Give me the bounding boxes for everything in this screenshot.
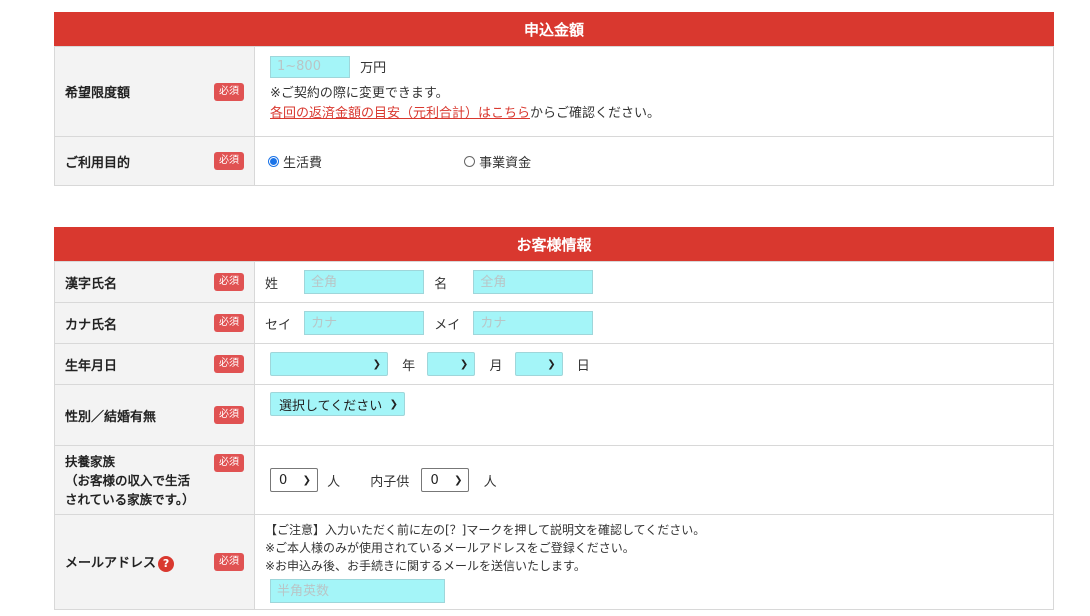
help-question-icon[interactable]: ? — [158, 555, 175, 572]
radio-selected-icon[interactable] — [268, 155, 279, 167]
amount-section-header: 申込金額 — [54, 12, 1054, 46]
last-name-kana-label: セイ — [265, 317, 292, 333]
purpose-option-business-label: 事業資金 — [479, 155, 532, 171]
limit-label-cell: 希望限度額 必須 — [54, 46, 255, 137]
first-name-label: 名 — [434, 276, 448, 292]
chevron-down-icon: ❯ — [302, 474, 311, 486]
dependents-count-select[interactable]: 0 ❯ — [270, 468, 318, 492]
purpose-label: ご利用目的 — [65, 155, 131, 171]
limit-value-cell: 万円 ※ご契約の際に変更できます。 各回の返済金額の目安（元利合計）はこちらから… — [254, 46, 1054, 137]
limit-row: 希望限度額 必須 万円 ※ご契約の際に変更できます。 各回の返済金額の目安（元利… — [54, 46, 1054, 137]
purpose-value-cell: 生活費 事業資金 — [254, 136, 1054, 186]
email-owner-note: ※ご本人様のみが使用されているメールアドレスをご登録ください。 — [265, 541, 635, 555]
dependents-count-value: 0 — [279, 472, 288, 488]
kanji-name-label-cell: 漢字氏名 必須 — [54, 261, 255, 303]
last-name-kanji-input[interactable] — [304, 270, 425, 294]
amount-section-title: 申込金額 — [523, 20, 584, 39]
limit-label: 希望限度額 — [65, 86, 131, 101]
repayment-estimate-link[interactable]: 各回の返済金額の目安（元利合計）はこちら — [270, 106, 530, 121]
year-label: 年 — [402, 358, 416, 374]
children-unit: 人 — [483, 474, 497, 490]
email-label-cell: メールアドレス? 必須 — [54, 514, 255, 610]
limit-amount-input[interactable] — [270, 55, 350, 78]
chevron-down-icon: ❯ — [459, 358, 469, 370]
email-notify-note: ※お申込み後、お手続きに関するメールを送信いたします。 — [265, 559, 586, 573]
required-badge: 必須 — [214, 355, 244, 373]
purpose-label-cell: ご利用目的 必須 — [54, 136, 255, 186]
children-label: 内子供 — [370, 474, 410, 490]
birth-month-select[interactable]: ❯ — [427, 352, 476, 376]
birth-day-select[interactable]: ❯ — [514, 352, 563, 376]
required-badge: 必須 — [214, 152, 244, 170]
amount-form-table: 希望限度額 必須 万円 ※ご契約の際に変更できます。 各回の返済金額の目安（元利… — [54, 46, 1054, 186]
birthdate-value-cell: ❯ 年 ❯ 月 ❯ 日 — [254, 343, 1054, 385]
birth-year-select[interactable]: ❯ — [270, 352, 388, 376]
dependents-label-line2: （お客様の収入で生活 — [65, 472, 191, 488]
gender-marital-select[interactable]: 選択してください ❯ — [270, 392, 405, 416]
gender-marital-value-cell: 選択してください ❯ — [254, 384, 1054, 446]
customer-section: お客様情報 漢字氏名 必須 姓 名 カナ氏名 必須 セイ — [54, 227, 1054, 610]
day-label: 日 — [576, 358, 590, 374]
required-badge: 必須 — [214, 553, 244, 571]
email-input[interactable] — [270, 579, 445, 603]
limit-note: ※ご契約の際に変更できます。 — [270, 85, 449, 101]
dependents-value-cell: 0 ❯ 人 内子供 0 ❯ 人 — [254, 445, 1054, 515]
chevron-down-icon: ❯ — [389, 398, 398, 410]
chevron-down-icon: ❯ — [454, 474, 463, 486]
last-name-label: 姓 — [265, 276, 279, 292]
dependents-row: 扶養家族 （お客様の収入で生活 されている家族です。） 必須 0 ❯ 人 内子供… — [54, 445, 1054, 515]
purpose-option-living-label: 生活費 — [283, 155, 323, 171]
dependents-label-line3: されている家族です。） — [65, 491, 195, 507]
email-value-cell: 【ご注意】入力いただく前に左の[？]マークを押して説明文を確認してください。 ※… — [254, 514, 1054, 610]
required-badge: 必須 — [214, 314, 244, 332]
kana-name-label: カナ氏名 — [65, 317, 118, 333]
dependents-label-cell: 扶養家族 （お客様の収入で生活 されている家族です。） 必須 — [54, 445, 255, 515]
gender-marital-label: 性別／結婚有無 — [65, 409, 157, 425]
kanji-name-row: 漢字氏名 必須 姓 名 — [54, 261, 1054, 303]
required-badge: 必須 — [214, 454, 244, 472]
purpose-row: ご利用目的 必須 生活費 事業資金 — [54, 136, 1054, 186]
kana-name-value-cell: セイ メイ — [254, 302, 1054, 344]
children-count-value: 0 — [430, 472, 439, 488]
required-badge: 必須 — [214, 82, 244, 101]
dependents-unit: 人 — [327, 474, 341, 490]
email-row: メールアドレス? 必須 【ご注意】入力いただく前に左の[？]マークを押して説明文… — [54, 514, 1054, 610]
children-count-select[interactable]: 0 ❯ — [421, 468, 470, 492]
kanji-name-label: 漢字氏名 — [65, 276, 118, 292]
gender-marital-select-value: 選択してください — [279, 398, 383, 414]
gender-marital-label-cell: 性別／結婚有無 必須 — [54, 384, 255, 446]
first-name-kana-label: メイ — [434, 317, 461, 333]
radio-unselected-icon[interactable] — [464, 155, 476, 167]
email-label: メールアドレス — [65, 556, 157, 572]
birthdate-label: 生年月日 — [65, 358, 118, 374]
customer-section-header: お客様情報 — [54, 227, 1054, 261]
chevron-down-icon: ❯ — [372, 358, 381, 370]
amount-section: 申込金額 希望限度額 必須 万円 ※ご契約の際に変更できます。 各回の返済金額の… — [54, 12, 1054, 186]
required-badge: 必須 — [214, 273, 244, 291]
birthdate-label-cell: 生年月日 必須 — [54, 343, 255, 385]
customer-form-table: 漢字氏名 必須 姓 名 カナ氏名 必須 セイ メイ — [54, 261, 1054, 610]
first-name-kana-input[interactable] — [473, 311, 594, 335]
kanji-name-value-cell: 姓 名 — [254, 261, 1054, 303]
kana-name-row: カナ氏名 必須 セイ メイ — [54, 302, 1054, 344]
purpose-option-living[interactable]: 生活費 — [268, 152, 322, 171]
birthdate-row: 生年月日 必須 ❯ 年 ❯ 月 ❯ 日 — [54, 343, 1054, 385]
required-badge: 必須 — [214, 406, 244, 424]
chevron-down-icon: ❯ — [547, 358, 556, 370]
limit-unit: 万円 — [360, 61, 387, 76]
customer-section-title: お客様情報 — [516, 235, 592, 254]
kana-name-label-cell: カナ氏名 必須 — [54, 302, 255, 344]
email-caution-note: 【ご注意】入力いただく前に左の[？]マークを押して説明文を確認してください。 — [265, 523, 706, 537]
last-name-kana-input[interactable] — [304, 311, 425, 335]
purpose-option-business[interactable]: 事業資金 — [464, 152, 531, 171]
gender-marital-row: 性別／結婚有無 必須 選択してください ❯ — [54, 384, 1054, 446]
repayment-link-suffix: からご確認ください。 — [530, 105, 661, 121]
month-label: 月 — [489, 358, 503, 374]
first-name-kanji-input[interactable] — [473, 270, 594, 294]
